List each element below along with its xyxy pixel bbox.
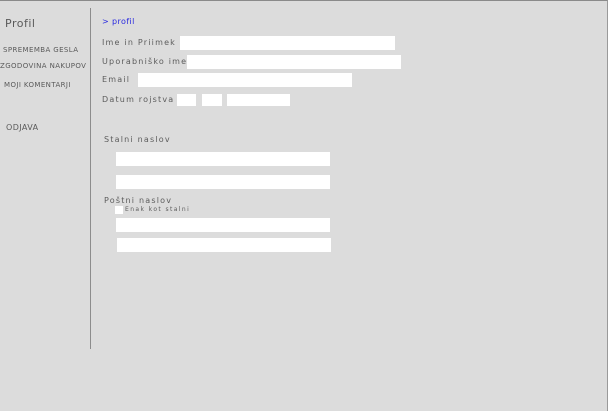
email-label: Email	[102, 75, 131, 84]
sidebar-title: Profil	[5, 17, 36, 30]
dob-day-input[interactable]	[177, 94, 196, 106]
sidebar-item-change-password[interactable]: SPREMEMBA GESLA	[3, 46, 78, 54]
same-as-permanent-checkbox[interactable]	[115, 206, 123, 214]
same-as-permanent-label: Enak kot stalni	[125, 206, 191, 213]
sidebar-item-purchase-history[interactable]: ZGODOVINA NAKUPOV	[0, 62, 86, 70]
permanent-address-line2-input[interactable]	[116, 175, 330, 189]
username-label: Uporabniško ime	[102, 57, 188, 66]
sidebar-item-my-comments[interactable]: MOJI KOMENTARJI	[4, 81, 71, 89]
date-of-birth-label: Datum rojstva	[102, 95, 175, 104]
postal-address-label: Poštni naslov	[104, 196, 173, 205]
username-input[interactable]	[187, 55, 401, 69]
full-name-label: Ime in Priimek	[102, 38, 177, 47]
permanent-address-label: Stalni naslov	[104, 135, 171, 144]
dob-month-input[interactable]	[202, 94, 222, 106]
postal-address-line2-input[interactable]	[117, 238, 331, 252]
postal-address-line1-input[interactable]	[116, 218, 330, 232]
dob-year-input[interactable]	[227, 94, 290, 106]
breadcrumb[interactable]: > profil	[102, 17, 135, 26]
sidebar-divider	[90, 8, 91, 349]
email-input[interactable]	[138, 73, 352, 87]
full-name-input[interactable]	[180, 36, 395, 50]
logout-button[interactable]: ODJAVA	[6, 123, 38, 132]
permanent-address-line1-input[interactable]	[116, 152, 330, 166]
